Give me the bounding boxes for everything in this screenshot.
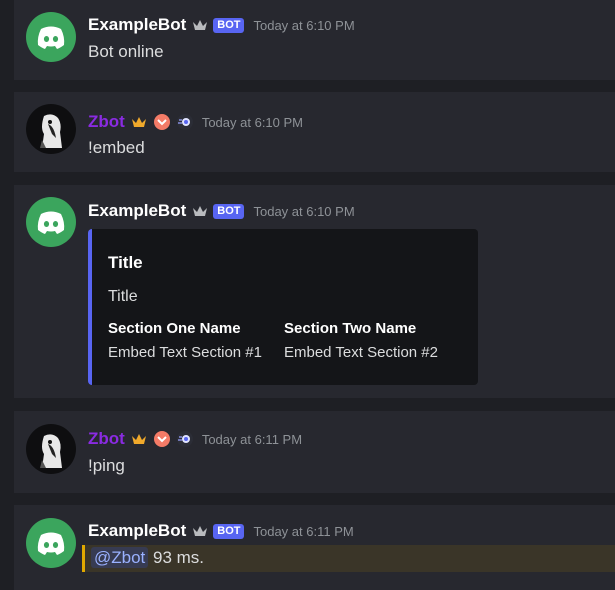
message-content: !ping	[88, 456, 125, 475]
crown-icon	[193, 526, 208, 536]
message-3[interactable]: ExampleBot BOT Today at 6:10 PM Title Ti…	[14, 185, 615, 398]
message-header: ExampleBot BOT Today at 6:11 PM	[88, 521, 354, 541]
message-content: !embed	[88, 138, 145, 157]
hypesquad-icon	[176, 114, 193, 130]
message-header: ExampleBot BOT Today at 6:10 PM	[88, 15, 355, 35]
embed-field-1: Section One Name Embed Text Section #1	[108, 320, 262, 361]
embed-field-value: Embed Text Section #1	[108, 344, 262, 361]
bot-badge: BOT	[213, 203, 245, 219]
embed-title: Title	[108, 253, 143, 272]
timestamp: Today at 6:11 PM	[253, 523, 354, 539]
username[interactable]: ExampleBot	[88, 201, 186, 221]
crown-icon	[131, 117, 146, 127]
discord-logo-icon	[37, 211, 65, 234]
username[interactable]: ExampleBot	[88, 15, 186, 35]
examplebot-avatar[interactable]	[26, 518, 76, 568]
crown-icon	[193, 206, 208, 216]
nitro-boost-icon	[153, 431, 170, 447]
message-header: Zbot Today at 6:11 PM	[88, 429, 302, 449]
zbot-avatar[interactable]	[26, 104, 76, 154]
discord-logo-icon	[37, 532, 65, 555]
timestamp: Today at 6:10 PM	[201, 114, 303, 130]
username[interactable]: Zbot	[88, 112, 125, 132]
mention-highlight: @Zbot 93 ms.	[82, 545, 615, 572]
examplebot-avatar[interactable]	[26, 197, 76, 247]
message-content: @Zbot 93 ms.	[91, 547, 205, 568]
username[interactable]: ExampleBot	[88, 521, 186, 541]
message-2[interactable]: Zbot Today at 6:10 PM !embed	[14, 92, 615, 172]
bot-badge: BOT	[213, 523, 245, 539]
username[interactable]: Zbot	[88, 429, 125, 449]
message-content: Bot online	[88, 42, 164, 61]
bot-badge: BOT	[213, 17, 245, 33]
zbot-avatar[interactable]	[26, 424, 76, 474]
embed-description: Title	[108, 288, 138, 305]
message-header: Zbot Today at 6:10 PM	[88, 112, 303, 132]
embed-field-2: Section Two Name Embed Text Section #2	[284, 320, 438, 361]
timestamp: Today at 6:10 PM	[253, 203, 355, 219]
message-5[interactable]: ExampleBot BOT Today at 6:11 PM @Zbot 93…	[14, 505, 615, 590]
crown-icon	[131, 434, 146, 444]
examplebot-avatar[interactable]	[26, 12, 76, 62]
embed-field-value: Embed Text Section #2	[284, 344, 438, 361]
embed-field-name: Section Two Name	[284, 320, 417, 337]
discord-logo-icon	[37, 26, 65, 49]
message-text: 93 ms.	[153, 548, 205, 567]
plague-doctor-avatar-icon	[40, 114, 62, 148]
plague-doctor-avatar-icon	[40, 434, 62, 468]
crown-icon	[193, 20, 208, 30]
embed-field-name: Section One Name	[108, 320, 241, 337]
nitro-boost-icon	[153, 114, 170, 130]
user-mention[interactable]: @Zbot	[91, 547, 149, 568]
message-header: ExampleBot BOT Today at 6:10 PM	[88, 201, 355, 221]
message-4[interactable]: Zbot Today at 6:11 PM !ping	[14, 411, 615, 493]
hypesquad-icon	[176, 431, 193, 447]
timestamp: Today at 6:11 PM	[201, 431, 303, 447]
message-1[interactable]: ExampleBot BOT Today at 6:10 PM Bot onli…	[14, 0, 615, 80]
timestamp: Today at 6:10 PM	[253, 17, 355, 33]
embed: Title Title Section One Name Embed Text …	[88, 229, 478, 385]
